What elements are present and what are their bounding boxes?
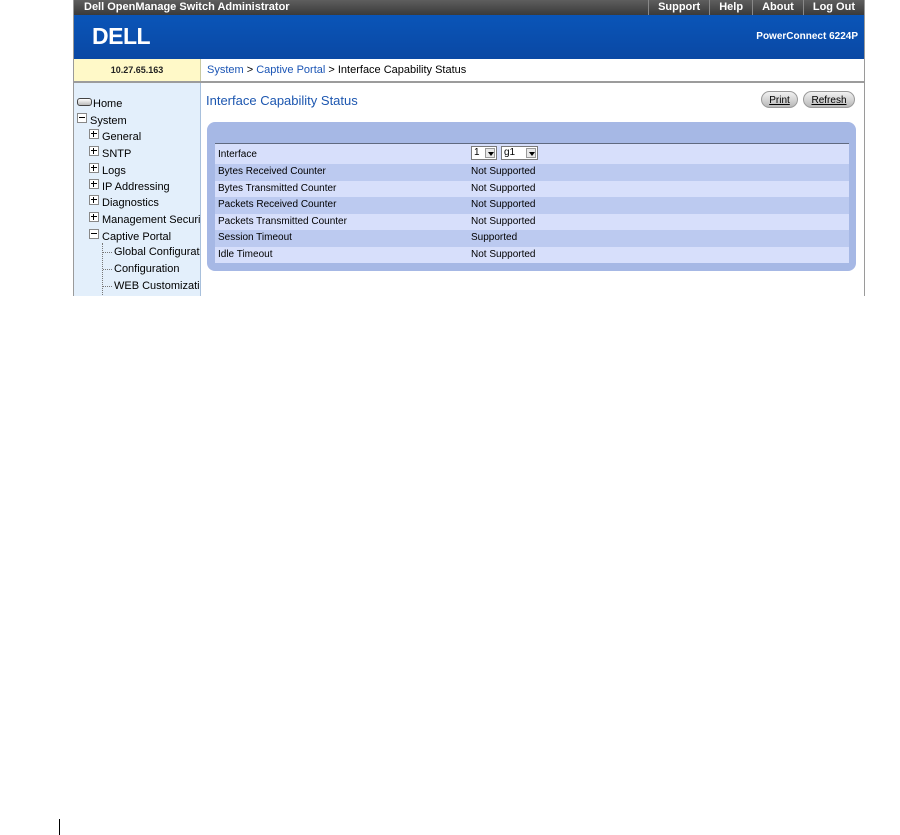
expand-icon[interactable] [89, 129, 99, 139]
support-link[interactable]: Support [648, 0, 709, 15]
capability-table: Interface 1 g1 Bytes Received Counter No… [215, 143, 849, 263]
refresh-button[interactable]: Refresh [803, 91, 855, 108]
port-select[interactable]: g1 [501, 146, 538, 160]
breadcrumb: System > Captive Portal > Interface Capa… [207, 64, 466, 76]
capability-panel: Interface 1 g1 Bytes Received Counter No… [207, 122, 856, 271]
page-title: Interface Capability Status [206, 93, 358, 108]
tree-item-general[interactable]: General [89, 129, 141, 143]
title-bar: Dell OpenManage Switch Administrator Sup… [74, 0, 864, 15]
table-row: Bytes Received Counter Not Supported [215, 164, 849, 181]
breadcrumb-system[interactable]: System [207, 64, 244, 76]
breadcrumb-captive-portal[interactable]: Captive Portal [256, 64, 325, 76]
application-window: Dell OpenManage Switch Administrator Sup… [73, 0, 865, 296]
about-link[interactable]: About [752, 0, 803, 15]
table-row: Session Timeout Supported [215, 230, 849, 247]
expand-icon[interactable] [89, 212, 99, 222]
tree-item-global-configuration[interactable]: Global Configuration [114, 246, 200, 258]
expand-icon[interactable] [89, 179, 99, 189]
navigation-tree: Home System General SNTP Logs IP Address… [74, 83, 201, 296]
ip-address: 10.27.65.163 [74, 59, 201, 81]
top-nav: Support Help About Log Out [648, 0, 864, 15]
tree-item-diagnostics[interactable]: Diagnostics [89, 195, 159, 209]
print-button[interactable]: Print [761, 91, 798, 108]
breadcrumb-current: Interface Capability Status [337, 64, 467, 76]
chevron-down-icon [526, 148, 536, 158]
page-margin-rule [59, 819, 60, 835]
tree-item-logs[interactable]: Logs [89, 163, 126, 177]
table-row: Packets Received Counter Not Supported [215, 197, 849, 214]
tree-connector [103, 252, 112, 253]
content-area: Interface Capability Status Print Refres… [201, 83, 864, 296]
tree-item-web-customization[interactable]: WEB Customization [114, 280, 200, 292]
collapse-icon[interactable] [77, 113, 87, 123]
home-icon [77, 98, 92, 106]
interface-row: Interface 1 g1 [215, 143, 849, 164]
dell-logo: DELL [92, 24, 151, 48]
table-row: Packets Transmitted Counter Not Supporte… [215, 213, 849, 230]
tree-connector [103, 286, 112, 287]
breadcrumb-separator: > [243, 64, 257, 76]
chevron-down-icon [485, 148, 495, 158]
svg-text:DELL: DELL [92, 24, 151, 48]
expand-icon[interactable] [89, 163, 99, 173]
unit-select[interactable]: 1 [471, 146, 497, 160]
expand-icon[interactable] [89, 146, 99, 156]
tree-item-configuration[interactable]: Configuration [114, 263, 179, 275]
app-title: Dell OpenManage Switch Administrator [84, 1, 290, 13]
brand-header: DELL PowerConnect 6224P [74, 15, 864, 59]
table-row: Idle Timeout Not Supported [215, 246, 849, 263]
tree-item-ip-addressing[interactable]: IP Addressing [89, 179, 170, 193]
tree-item-home[interactable]: Home [77, 98, 122, 110]
expand-icon[interactable] [89, 195, 99, 205]
tree-item-sntp[interactable]: SNTP [89, 146, 131, 160]
table-row: Bytes Transmitted Counter Not Supported [215, 180, 849, 197]
collapse-icon[interactable] [89, 229, 99, 239]
breadcrumb-separator: > [325, 64, 338, 76]
tree-item-captive-portal[interactable]: Captive Portal [89, 229, 171, 243]
tree-item-system[interactable]: System [77, 113, 127, 127]
interface-label: Interface [218, 149, 257, 160]
switch-model: PowerConnect 6224P [756, 31, 858, 42]
address-bar: 10.27.65.163 System > Captive Portal > I… [74, 59, 864, 83]
logout-link[interactable]: Log Out [802, 0, 864, 15]
help-link[interactable]: Help [709, 0, 752, 15]
tree-connector [103, 269, 112, 270]
tree-item-management-security[interactable]: Management Security [89, 212, 200, 226]
